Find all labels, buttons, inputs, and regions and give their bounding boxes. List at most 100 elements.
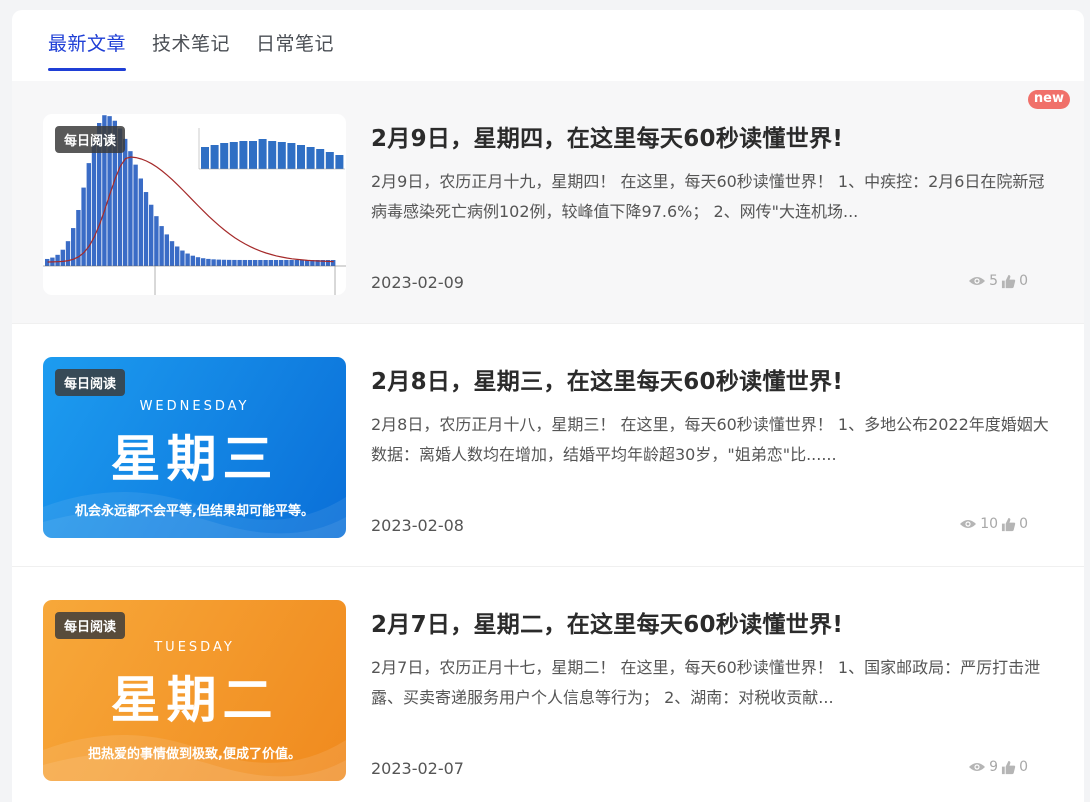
thumbnail-chart-bar [289, 260, 294, 266]
category-tabs: 最新文章 技术笔记 日常笔记 [48, 32, 334, 72]
weekday-english: WEDNESDAY [139, 399, 250, 414]
thumbnail-chart-bar [138, 178, 143, 266]
article-date: 2023-02-07 [371, 759, 464, 778]
eye-icon [969, 763, 986, 771]
tab-tech-notes[interactable]: 技术笔记 [152, 32, 230, 72]
article-stats: 5 0 [968, 273, 1028, 289]
thumbnail-chart-bar [180, 250, 185, 266]
article-excerpt: 2月9日，农历正月十九，星期四！ 在这里，每天60秒读懂世界！ 1、中疾控：2月… [371, 172, 1045, 221]
tab-latest-articles[interactable]: 最新文章 [48, 32, 127, 72]
thumbnail-chart-bar [164, 234, 169, 266]
eye-icon [960, 520, 977, 528]
thumbnail-chart-bar [247, 259, 253, 266]
weekday-english: TUESDAY [154, 640, 235, 655]
thumbnail-chart-bar [242, 259, 247, 266]
thumbnail-inset-bar [297, 145, 305, 169]
thumbs-up-icon[interactable] [1001, 760, 1016, 775]
thumbnail-inset-bar [287, 143, 296, 169]
thumbnail-chart-bar [221, 259, 227, 266]
thumbnail-chart-bar [133, 164, 138, 266]
thumbnail-chart-bar [211, 259, 216, 266]
thumbnail-chart-bar [258, 259, 263, 266]
thumbnail-inset-bar [201, 147, 209, 169]
thumbnail-chart-bar [128, 151, 133, 266]
thumbnail-inset-bar [277, 142, 286, 169]
article-item[interactable]: new 每日阅读 2月9日，星期四，在这里每天60秒读懂世界! 2月9日，农历正… [12, 81, 1084, 323]
weekday-chinese: 星期三 [110, 429, 279, 488]
article-thumbnail-chart[interactable]: 每日阅读 [43, 114, 346, 295]
thumbnail-chart-bar [263, 259, 268, 266]
daily-reading-badge: 每日阅读 [55, 126, 126, 153]
thumbnail-chart-bar [65, 241, 71, 266]
thumbnail-chart-bar [143, 192, 149, 266]
thumbnail-chart-bar [190, 255, 195, 266]
thumbnail-inset-bar [335, 155, 344, 169]
thumbnail-chart-bar [227, 259, 232, 266]
article-item[interactable]: 每日阅读 TUESDAY 星期二 把热爱的事情做到极致,便成了价值。 2月7日，… [12, 566, 1084, 802]
thumbnail-chart-bar [175, 246, 180, 266]
thumbnail-chart-bar [91, 140, 97, 266]
thumbnail-chart-bar [253, 259, 258, 266]
thumbnail-chart-bar [237, 259, 242, 266]
thumbnail-chart-bar [60, 249, 65, 266]
new-badge: new [1027, 90, 1070, 109]
article-list-card: 最新文章 技术笔记 日常笔记 new 每日阅读 2月9日，星期四，在这里每天60… [12, 10, 1084, 802]
thumbnail-inset-bar [249, 141, 257, 169]
thumbnail-inset-bar [239, 141, 248, 169]
article-excerpt: 2月8日，农历正月十八，星期三！ 在这里，每天60秒读懂世界！ 1、多地公布20… [371, 415, 1049, 464]
like-count: 0 [1019, 516, 1028, 532]
thumbnail-chart-bar [55, 254, 60, 266]
view-count: 10 [980, 516, 999, 532]
thumbnail-inset-bar [229, 142, 238, 169]
thumbnail-chart-bar [149, 204, 154, 266]
article-title[interactable]: 2月9日，星期四，在这里每天60秒读懂世界! [371, 119, 843, 153]
article-thumbnail-tuesday[interactable]: 每日阅读 TUESDAY 星期二 把热爱的事情做到极致,便成了价值。 [43, 600, 346, 781]
thumbnail-inset-bar [210, 145, 219, 169]
thumbnail-chart-bar [154, 216, 159, 266]
thumbnail-inset-bar [316, 149, 325, 169]
thumbs-up-icon[interactable] [1001, 517, 1016, 532]
weekday-motto: 把热爱的事情做到极致,便成了价值。 [88, 747, 301, 762]
daily-reading-badge: 每日阅读 [55, 612, 126, 639]
thumbnail-chart-bar [232, 259, 237, 266]
article-title[interactable]: 2月8日，星期三，在这里每天60秒读懂世界! [371, 362, 843, 396]
article-title[interactable]: 2月7日，星期二，在这里每天60秒读懂世界! [371, 605, 843, 639]
thumbnail-chart-bar [185, 253, 190, 266]
thumbnail-chart-bar [86, 163, 91, 266]
thumbnail-inset-bar [258, 139, 267, 169]
thumbnail-chart-bar [268, 259, 273, 266]
thumbnail-inset-bar [220, 143, 229, 169]
like-count: 0 [1019, 273, 1028, 289]
thumbnail-chart-bar [279, 259, 284, 266]
article-date: 2023-02-08 [371, 516, 464, 535]
tab-daily-notes[interactable]: 日常笔记 [256, 32, 334, 72]
daily-reading-badge: 每日阅读 [55, 369, 126, 396]
thumbnail-chart-bar [206, 258, 211, 266]
thumbnail-chart-bar [159, 226, 164, 266]
article-stats: 9 0 [968, 759, 1028, 775]
thumbnail-chart-bar [331, 260, 336, 266]
thumbnail-chart-bar [273, 259, 279, 266]
view-count: 5 [989, 273, 999, 289]
thumbs-up-icon[interactable] [1001, 274, 1016, 289]
eye-icon [969, 277, 986, 285]
view-count: 9 [989, 759, 999, 775]
thumbnail-chart-bar [169, 241, 175, 266]
thumbnail-chart-bar [299, 260, 305, 266]
weekday-chinese: 星期二 [110, 670, 279, 729]
like-count: 0 [1019, 759, 1028, 775]
thumbnail-inset-bar [268, 141, 277, 169]
thumbnail-chart-bar [294, 260, 299, 266]
thumbnail-chart-bar [284, 259, 289, 266]
weekday-motto: 机会永远都不会平等,但结果却可能平等。 [75, 504, 314, 519]
thumbnail-chart-bar [195, 257, 201, 266]
thumbnail-inset-bar [325, 152, 334, 169]
article-excerpt: 2月7日，农历正月十七，星期二！ 在这里，每天60秒读懂世界！ 1、国家邮政局：… [371, 658, 1041, 707]
article-stats: 10 0 [959, 516, 1028, 532]
article-item[interactable]: 每日阅读 WEDNESDAY 星期三 机会永远都不会平等,但结果却可能平等。 2… [12, 323, 1084, 565]
article-thumbnail-wednesday[interactable]: 每日阅读 WEDNESDAY 星期三 机会永远都不会平等,但结果却可能平等。 [43, 357, 346, 538]
article-date: 2023-02-09 [371, 273, 464, 292]
thumbnail-inset-bar [306, 147, 315, 169]
thumbnail-chart-bar [216, 259, 221, 266]
thumbnail-chart-bar [201, 258, 206, 266]
